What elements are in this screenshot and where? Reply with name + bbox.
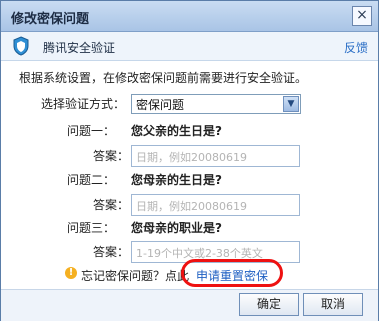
question-label-2: 问题二：	[67, 173, 116, 187]
answer-placeholder-2: 日期，例如20080619	[136, 200, 247, 213]
chevron-down-icon[interactable]: ▼	[283, 96, 299, 112]
question-label-1: 问题一：	[67, 124, 116, 138]
select-value: 密保问题	[136, 98, 185, 112]
answer-placeholder-1: 日期，例如20080619	[136, 151, 247, 164]
question-text-1: 您父亲的生日是?	[131, 124, 222, 138]
answer-label-3: 答案：	[93, 245, 130, 259]
method-label: 选择验证方式：	[41, 97, 126, 111]
tip-text: 忘记密保问题？点此	[81, 269, 190, 283]
dialog-header: 腾讯安全验证 反馈	[1, 32, 378, 61]
ok-button[interactable]: 确定	[239, 293, 299, 316]
answer-label-1: 答案：	[93, 149, 130, 163]
question-text-3: 您母亲的职业是?	[131, 221, 222, 235]
cancel-button[interactable]: 取消	[303, 293, 363, 316]
header-title: 腾讯安全验证	[43, 41, 116, 55]
answer-input-1[interactable]: 日期，例如20080619	[131, 145, 300, 167]
close-icon: ×	[356, 7, 368, 23]
close-button[interactable]: ×	[352, 6, 372, 26]
shield-icon	[13, 36, 29, 56]
answer-label-2: 答案：	[93, 198, 130, 212]
verification-method-select[interactable]: 密保问题 ▼	[131, 94, 301, 114]
question-text-2: 您母亲的生日是?	[131, 173, 222, 187]
info-icon: !	[65, 267, 77, 279]
window-title: 修改密保问题	[11, 12, 90, 27]
answer-input-2[interactable]: 日期，例如20080619	[131, 194, 300, 216]
dialog-body: 根据系统设置，在修改密保问题前需要进行安全验证。 选择验证方式： 密保问题 ▼ …	[1, 61, 378, 289]
security-dialog: 修改密保问题 × 腾讯安全验证 反馈 根据系统设置，在修改密保问题前需要进行安全…	[0, 0, 379, 321]
intro-text: 根据系统设置，在修改密保问题前需要进行安全验证。	[19, 71, 308, 85]
title-bar: 修改密保问题 ×	[1, 1, 378, 32]
feedback-link[interactable]: 反馈	[344, 39, 368, 56]
dialog-footer: 确定 取消	[1, 289, 378, 321]
highlight-circle	[181, 259, 283, 287]
question-label-3: 问题三：	[67, 221, 116, 235]
